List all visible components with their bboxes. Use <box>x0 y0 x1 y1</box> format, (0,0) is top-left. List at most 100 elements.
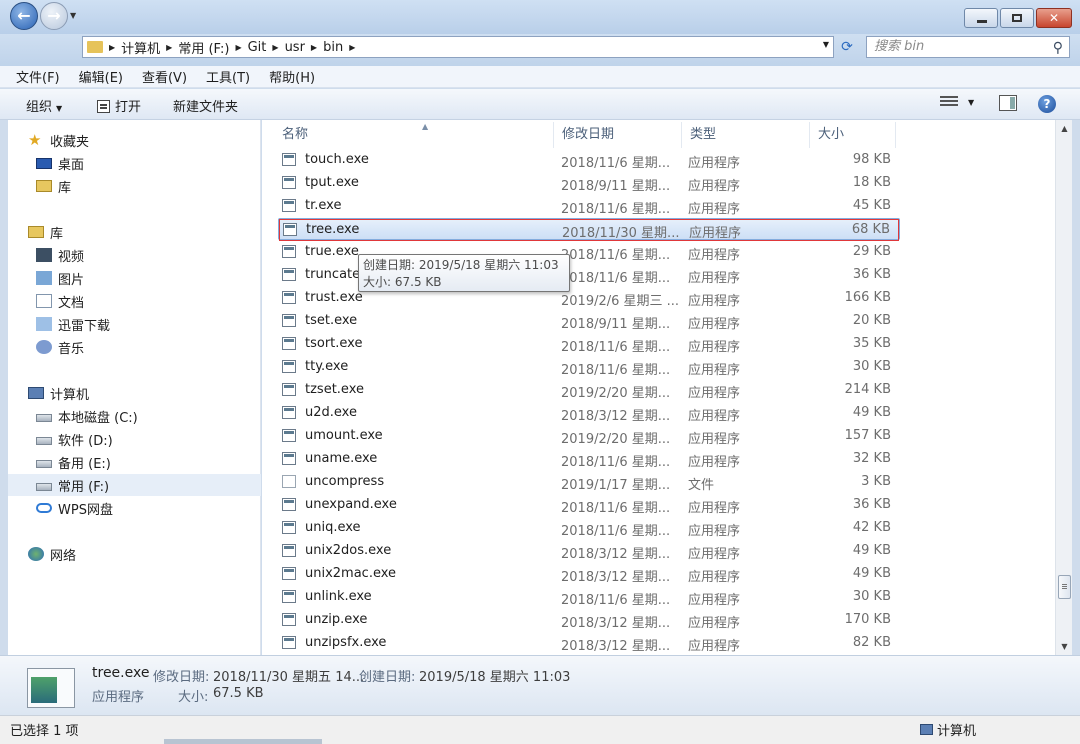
close-icon: ✕ <box>1048 11 1060 25</box>
file-row[interactable]: uncompress 2019/1/17 星期... 文件 3 KB <box>278 471 900 493</box>
details-modified-label: 修改日期: <box>153 670 210 685</box>
tooltip-created: 创建日期: 2019/5/18 星期六 11:03 <box>363 258 559 272</box>
view-options-icon[interactable] <box>940 96 958 110</box>
column-name[interactable]: 名称 ▲ <box>274 122 554 148</box>
sidebar-item-favorites[interactable]: ★ 收藏夹 <box>28 129 89 151</box>
file-row[interactable]: unix2dos.exe 2018/3/12 星期... 应用程序 49 KB <box>278 540 900 562</box>
close-button[interactable]: ✕ <box>1036 8 1072 28</box>
file-row[interactable]: tput.exe 2018/9/11 星期... 应用程序 18 KB <box>278 172 900 194</box>
column-type[interactable]: 类型 <box>682 122 810 148</box>
file-row[interactable]: tr.exe 2018/11/6 星期... 应用程序 45 KB <box>278 195 900 217</box>
menu-tools[interactable]: 工具(T) <box>194 67 256 86</box>
help-icon[interactable]: ? <box>1038 95 1056 113</box>
file-date: 2019/2/6 星期三 ... <box>561 294 680 309</box>
sidebar-item-drive-f[interactable]: 常用 (F:) <box>8 474 261 496</box>
view-dropdown-icon[interactable]: ▼ <box>968 98 974 107</box>
sidebar-item-libraries[interactable]: 库 <box>28 221 63 243</box>
menu-bar: 文件(F) 编辑(E) 查看(V) 工具(T) 帮助(H) <box>0 66 1080 88</box>
file-size: 49 KB <box>852 543 891 558</box>
sidebar-item-xunlei-downloads[interactable]: 迅雷下载 <box>36 313 110 335</box>
file-row[interactable]: unzipsfx.exe 2018/3/12 星期... 应用程序 82 KB <box>278 632 900 654</box>
minimize-button[interactable] <box>964 8 998 28</box>
maximize-button[interactable] <box>1000 8 1034 28</box>
sidebar-item-drive-c[interactable]: 本地磁盘 (C:) <box>36 405 138 427</box>
file-row[interactable]: tty.exe 2018/11/6 星期... 应用程序 30 KB <box>278 356 900 378</box>
sidebar-item-music[interactable]: 音乐 <box>36 336 84 358</box>
file-row[interactable]: tsort.exe 2018/11/6 星期... 应用程序 35 KB <box>278 333 900 355</box>
file-name: u2d.exe <box>305 405 357 420</box>
breadcrumb-drive[interactable]: ▶ 常用 (F:) <box>166 38 229 57</box>
sidebar-item-pictures[interactable]: 图片 <box>36 267 84 289</box>
breadcrumb-bin[interactable]: ▶ bin ▶ <box>311 40 361 55</box>
breadcrumb-usr[interactable]: ▶ usr <box>272 40 305 55</box>
resize-handle[interactable] <box>164 739 322 744</box>
refresh-icon[interactable]: ⟳ <box>836 37 858 57</box>
sidebar-item-library-fav[interactable]: 库 <box>36 175 71 197</box>
file-type: 应用程序 <box>688 524 741 539</box>
details-pane: tree.exe 修改日期: 2018/11/30 星期五 14... 创建日期… <box>0 655 1080 715</box>
search-icon[interactable]: ⚲ <box>1053 38 1063 58</box>
sidebar-item-computer[interactable]: 计算机 <box>28 382 89 404</box>
exe-icon <box>282 590 296 603</box>
sidebar-item-videos[interactable]: 视频 <box>36 244 84 266</box>
search-input[interactable]: 搜索 bin ⚲ <box>866 36 1070 58</box>
breadcrumb-git[interactable]: ▶ Git <box>235 40 266 55</box>
preview-pane-icon[interactable] <box>999 95 1017 111</box>
menu-file[interactable]: 文件(F) <box>0 67 66 86</box>
file-row[interactable]: unix2mac.exe 2018/3/12 星期... 应用程序 49 KB <box>278 563 900 585</box>
file-name: uncompress <box>305 474 385 489</box>
file-type: 应用程序 <box>688 156 741 171</box>
file-name: uname.exe <box>305 451 378 466</box>
file-row[interactable]: tzset.exe 2019/2/20 星期... 应用程序 214 KB <box>278 379 900 401</box>
open-button[interactable]: 打开 <box>97 96 141 115</box>
file-row[interactable]: tset.exe 2018/9/11 星期... 应用程序 20 KB <box>278 310 900 332</box>
file-row[interactable]: uname.exe 2018/11/6 星期... 应用程序 32 KB <box>278 448 900 470</box>
menu-edit[interactable]: 编辑(E) <box>67 67 129 86</box>
sidebar-item-documents[interactable]: 文档 <box>36 290 84 312</box>
file-size: 3 KB <box>861 474 891 489</box>
file-row[interactable]: umount.exe 2019/2/20 星期... 应用程序 157 KB <box>278 425 900 447</box>
scroll-down-icon[interactable]: ▼ <box>1056 638 1073 655</box>
file-row[interactable]: unzip.exe 2018/3/12 星期... 应用程序 170 KB <box>278 609 900 631</box>
file-type: 应用程序 <box>688 547 741 562</box>
organize-button[interactable]: 组织 ▼ <box>26 96 62 115</box>
scroll-thumb[interactable] <box>1058 575 1071 599</box>
tooltip-size: 大小: 67.5 KB <box>363 275 442 289</box>
breadcrumb-arrow-icon: ▶ <box>109 42 116 52</box>
sidebar-item-label: 网络 <box>50 548 77 564</box>
file-date: 2018/3/12 星期... <box>561 639 671 654</box>
sidebar-item-wps-cloud[interactable]: WPS网盘 <box>36 497 113 519</box>
file-row[interactable]: unexpand.exe 2018/11/6 星期... 应用程序 36 KB <box>278 494 900 516</box>
breadcrumb-computer[interactable]: ▶ 计算机 <box>109 38 160 57</box>
forward-button[interactable]: → <box>40 2 68 30</box>
address-dropdown-icon[interactable]: ▼ <box>823 40 829 49</box>
file-date: 2018/3/12 星期... <box>561 616 671 631</box>
address-bar[interactable]: ▶ 计算机 ▶ 常用 (F:) ▶ Git ▶ usr ▶ bin ▶ ▼ <box>82 36 834 58</box>
file-row[interactable]: u2d.exe 2018/3/12 星期... 应用程序 49 KB <box>278 402 900 424</box>
picture-icon <box>36 271 52 285</box>
sidebar-item-drive-d[interactable]: 软件 (D:) <box>36 428 113 450</box>
scroll-up-icon[interactable]: ▲ <box>1056 120 1073 137</box>
sidebar-item-network[interactable]: 网络 <box>28 543 76 565</box>
file-list: 名称 ▲ 修改日期 类型 大小 touch.exe 2018/11/6 星期... 应… <box>262 120 1055 655</box>
sidebar-item-label: 本地磁盘 (C:) <box>58 410 138 426</box>
file-row[interactable]: unlink.exe 2018/11/6 星期... 应用程序 30 KB <box>278 586 900 608</box>
new-folder-button[interactable]: 新建文件夹 <box>173 96 238 115</box>
sidebar-item-drive-e[interactable]: 备用 (E:) <box>36 451 111 473</box>
file-tooltip: 创建日期: 2019/5/18 星期六 11:03 大小: 67.5 KB <box>358 254 570 292</box>
file-name: unlink.exe <box>305 589 372 604</box>
file-row[interactable]: touch.exe 2018/11/6 星期... 应用程序 98 KB <box>278 149 900 171</box>
menu-view[interactable]: 查看(V) <box>130 67 193 86</box>
status-location: 计算机 <box>920 720 976 739</box>
file-row[interactable]: uniq.exe 2018/11/6 星期... 应用程序 42 KB <box>278 517 900 539</box>
column-date[interactable]: 修改日期 <box>554 122 682 148</box>
sidebar-item-desktop[interactable]: 桌面 <box>36 152 84 174</box>
vertical-scrollbar[interactable]: ▲ ▼ <box>1055 120 1072 655</box>
column-size[interactable]: 大小 <box>810 122 896 148</box>
back-button[interactable]: ← <box>10 2 38 30</box>
menu-help[interactable]: 帮助(H) <box>257 67 321 86</box>
history-dropdown-icon[interactable]: ▼ <box>70 11 76 20</box>
status-bar: 已选择 1 项 计算机 <box>0 715 1080 744</box>
file-name: unzipsfx.exe <box>305 635 387 650</box>
details-file-name: tree.exe <box>92 665 150 681</box>
